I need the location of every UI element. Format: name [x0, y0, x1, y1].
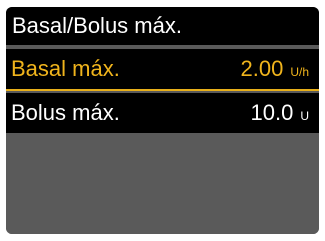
- basal-max-value: 2.00: [240, 56, 284, 81]
- screen-title: Basal/Bolus máx.: [12, 13, 182, 38]
- bolus-max-unit: U: [300, 109, 309, 123]
- empty-area: [6, 133, 319, 234]
- bolus-max-value: 10.0: [250, 100, 294, 125]
- menu-item-bolus-max[interactable]: Bolus máx. 10.0 U: [6, 93, 319, 133]
- menu-item-basal-max[interactable]: Basal máx. 2.00 U/h: [6, 49, 319, 91]
- basal-max-value-group: 2.00 U/h: [240, 56, 319, 82]
- pump-screen: Basal/Bolus máx. Basal máx. 2.00 U/h Bol…: [6, 7, 319, 234]
- basal-max-unit: U/h: [290, 65, 309, 79]
- bolus-max-value-group: 10.0 U: [251, 100, 320, 126]
- bolus-max-label: Bolus máx.: [11, 100, 120, 125]
- basal-max-label: Basal máx.: [11, 56, 120, 81]
- title-bar: Basal/Bolus máx.: [6, 7, 319, 45]
